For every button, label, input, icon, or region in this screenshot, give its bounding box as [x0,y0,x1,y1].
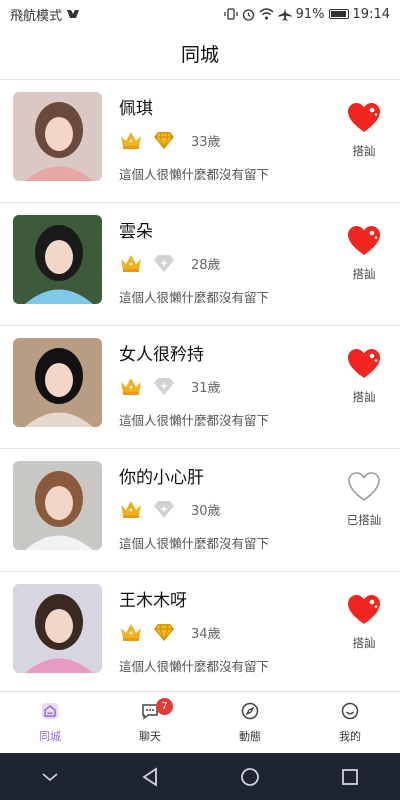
system-nav-bar [0,753,400,800]
user-description: 這個人很懶什麼都沒有留下 [119,659,270,674]
diamond-icon [152,621,176,647]
crown-icon [119,253,143,277]
back-button[interactable] [130,757,170,797]
greet-label: 搭訕 [352,267,376,281]
badges [119,621,176,647]
greet-button[interactable]: 已搭訕 [341,471,387,528]
user-row[interactable]: 佩琪 33歲這個人很懶什麼都沒有留下 搭訕 [0,80,400,203]
avatar[interactable] [13,584,102,673]
user-age: 34歲 [191,627,221,642]
diamond-icon [152,252,176,278]
recents-square-icon [342,768,358,785]
user-list: 佩琪 33歲 這個人很懶什麼都沒有留下 搭訕 雲朵 28歲 這個人很懶什麼都沒有留下 搭訕 女人… [0,80,400,695]
airplane-mode-text: 飛航模式 [10,8,63,24]
tab-3[interactable]: 動態 [200,692,300,753]
header: 同城 [0,28,400,80]
greet-label: 搭訕 [352,390,376,404]
diamond-icon [152,375,176,401]
home-circle-icon [241,767,259,786]
recents-button[interactable] [330,757,370,797]
vibrate-icon [223,8,238,20]
user-description: 這個人很懶什麼都沒有留下 [119,413,270,428]
diamond-icon [152,498,176,524]
user-row[interactable]: 女人很矜持 31歲這個人很懶什麼都沒有留下 搭訕 [0,326,400,449]
user-age: 33歲 [191,135,221,150]
greet-button[interactable]: 搭訕 [341,348,387,405]
status-right: 91% 19:14 [223,6,390,22]
app-notification-icon [67,10,80,18]
hide-keyboard-button[interactable] [30,757,70,797]
battery-percent: 91% [295,6,325,22]
user-description: 這個人很懶什麼都沒有留下 [119,536,270,551]
heart-icon [347,471,381,507]
heart-icon [347,594,381,630]
badges [119,129,176,155]
tab-label: 我的 [339,730,361,743]
avatar[interactable] [13,215,102,304]
crown-icon [119,130,143,154]
tab-1[interactable]: 同城 [0,692,100,753]
tab-label: 動態 [239,730,261,743]
tab-4[interactable]: 我的 [300,692,400,753]
home-button[interactable] [230,757,270,797]
heart-icon [347,348,381,384]
user-age: 28歲 [191,258,221,273]
avatar[interactable] [13,92,102,181]
back-triangle-icon [142,766,157,787]
greet-label: 已搭訕 [346,513,382,527]
page-title: 同城 [180,44,219,66]
status-bar: 飛航模式 91% 19:14 [0,0,400,28]
wifi-icon [259,8,274,20]
user-description: 這個人很懶什麼都沒有留下 [119,167,270,182]
crown-icon [119,622,143,646]
smile-icon [340,701,360,725]
user-description: 這個人很懶什麼都沒有留下 [119,290,270,305]
badges [119,252,176,278]
user-row[interactable]: 你的小心肝 30歲這個人很懶什麼都沒有留下 已搭訕 [0,449,400,572]
avatar[interactable] [13,461,102,550]
crown-icon [119,376,143,400]
chevron-down-icon [42,772,58,781]
user-age: 30歲 [191,504,221,519]
battery-fill [330,11,346,17]
alarm-icon [242,8,254,21]
crown-icon [119,499,143,523]
user-name: 王木木呀 [119,591,187,611]
user-name: 佩琪 [119,99,153,119]
greet-button[interactable]: 搭訕 [341,594,387,651]
heart-icon [347,225,381,261]
battery-icon [328,9,349,19]
home-icon [40,701,60,725]
badges [119,498,176,524]
tab-label: 聊天 [139,730,161,743]
diamond-icon [152,129,176,155]
greet-button[interactable]: 搭訕 [341,225,387,282]
user-name: 雲朵 [119,222,153,242]
user-row[interactable]: 王木木呀 34歲這個人很懶什麼都沒有留下 搭訕 [0,572,400,695]
unread-badge: 7 [156,698,173,715]
greet-button[interactable]: 搭訕 [341,102,387,159]
airplane-icon [278,8,292,21]
user-name: 女人很矜持 [119,345,204,365]
bottom-tab-bar: 同城 聊天 7 動態 我的 [0,691,400,753]
tab-label: 同城 [39,730,61,743]
tab-2[interactable]: 聊天 7 [100,692,200,753]
greet-label: 搭訕 [352,636,376,650]
compass-icon [240,701,260,725]
badges [119,375,176,401]
greet-label: 搭訕 [352,144,376,158]
user-age: 31歲 [191,381,221,396]
clock: 19:14 [352,6,390,22]
user-row[interactable]: 雲朵 28歲這個人很懶什麼都沒有留下 搭訕 [0,203,400,326]
user-name: 你的小心肝 [119,468,204,488]
heart-icon [347,102,381,138]
status-left: 飛航模式 [10,5,80,24]
avatar[interactable] [13,338,102,427]
